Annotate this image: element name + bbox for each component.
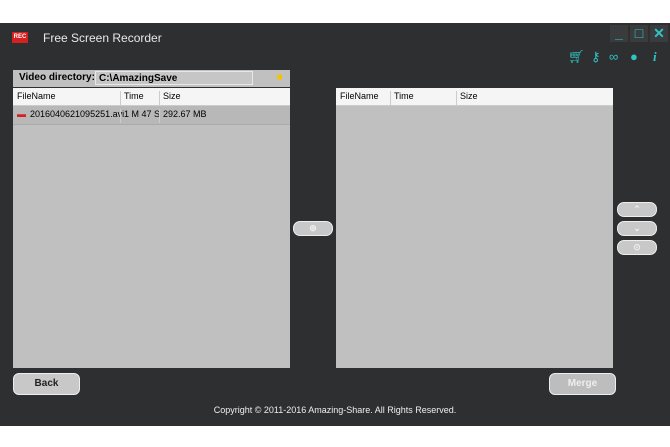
folder-icon[interactable]: ■ <box>271 72 288 85</box>
close-button[interactable]: ✕ <box>650 25 668 42</box>
video-directory-input[interactable]: C:\AmazingSave <box>95 71 253 85</box>
file-time: 1 M 47 S <box>120 109 160 123</box>
column-size[interactable]: Size <box>159 91 181 105</box>
column-filename[interactable]: FileName <box>17 91 56 101</box>
skin-icon[interactable]: ● <box>630 49 638 64</box>
copyright-text: Copyright © 2011-2016 Amazing-Share. All… <box>213 405 457 415</box>
column-size[interactable]: Size <box>456 91 478 105</box>
app-title: Free Screen Recorder <box>43 31 162 45</box>
chat-icon[interactable]: ∞ <box>609 49 618 64</box>
table-header: FileName Time Size <box>336 88 613 106</box>
column-time[interactable]: Time <box>390 91 414 105</box>
merge-button[interactable]: Merge <box>549 373 616 395</box>
move-up-button[interactable]: ⌃ <box>617 202 657 217</box>
app-window: REC Free Screen Recorder _ □ ✕ 🛒︎ ⚷ ∞ ● … <box>0 23 670 426</box>
cart-icon[interactable]: 🛒︎ <box>568 49 585 65</box>
file-name: 2016040621095251.avi <box>30 109 125 119</box>
source-file-table: FileName Time Size ▬ 2016040621095251.av… <box>13 88 290 368</box>
info-icon[interactable]: i <box>653 49 657 65</box>
video-file-icon: ▬ <box>17 109 26 119</box>
table-header: FileName Time Size <box>13 88 290 106</box>
video-directory-label: Video directory: <box>19 72 95 83</box>
minimize-button[interactable]: _ <box>610 25 628 42</box>
move-down-button[interactable]: ⌄ <box>617 221 657 236</box>
remove-button[interactable]: ⊙ <box>617 240 657 255</box>
file-size: 292.67 MB <box>159 109 207 123</box>
table-row[interactable]: ▬ 2016040621095251.avi 1 M 47 S 292.67 M… <box>13 106 290 125</box>
maximize-button[interactable]: □ <box>630 25 648 42</box>
back-button[interactable]: Back <box>13 373 80 395</box>
column-filename[interactable]: FileName <box>340 91 379 101</box>
column-time[interactable]: Time <box>120 91 144 105</box>
app-logo: REC <box>12 32 28 43</box>
video-directory-bar: Video directory: C:\AmazingSave ■ <box>13 70 290 87</box>
key-icon[interactable]: ⚷ <box>591 49 601 65</box>
add-button[interactable]: ⊕ <box>293 221 333 236</box>
merge-file-table: FileName Time Size <box>336 88 613 368</box>
